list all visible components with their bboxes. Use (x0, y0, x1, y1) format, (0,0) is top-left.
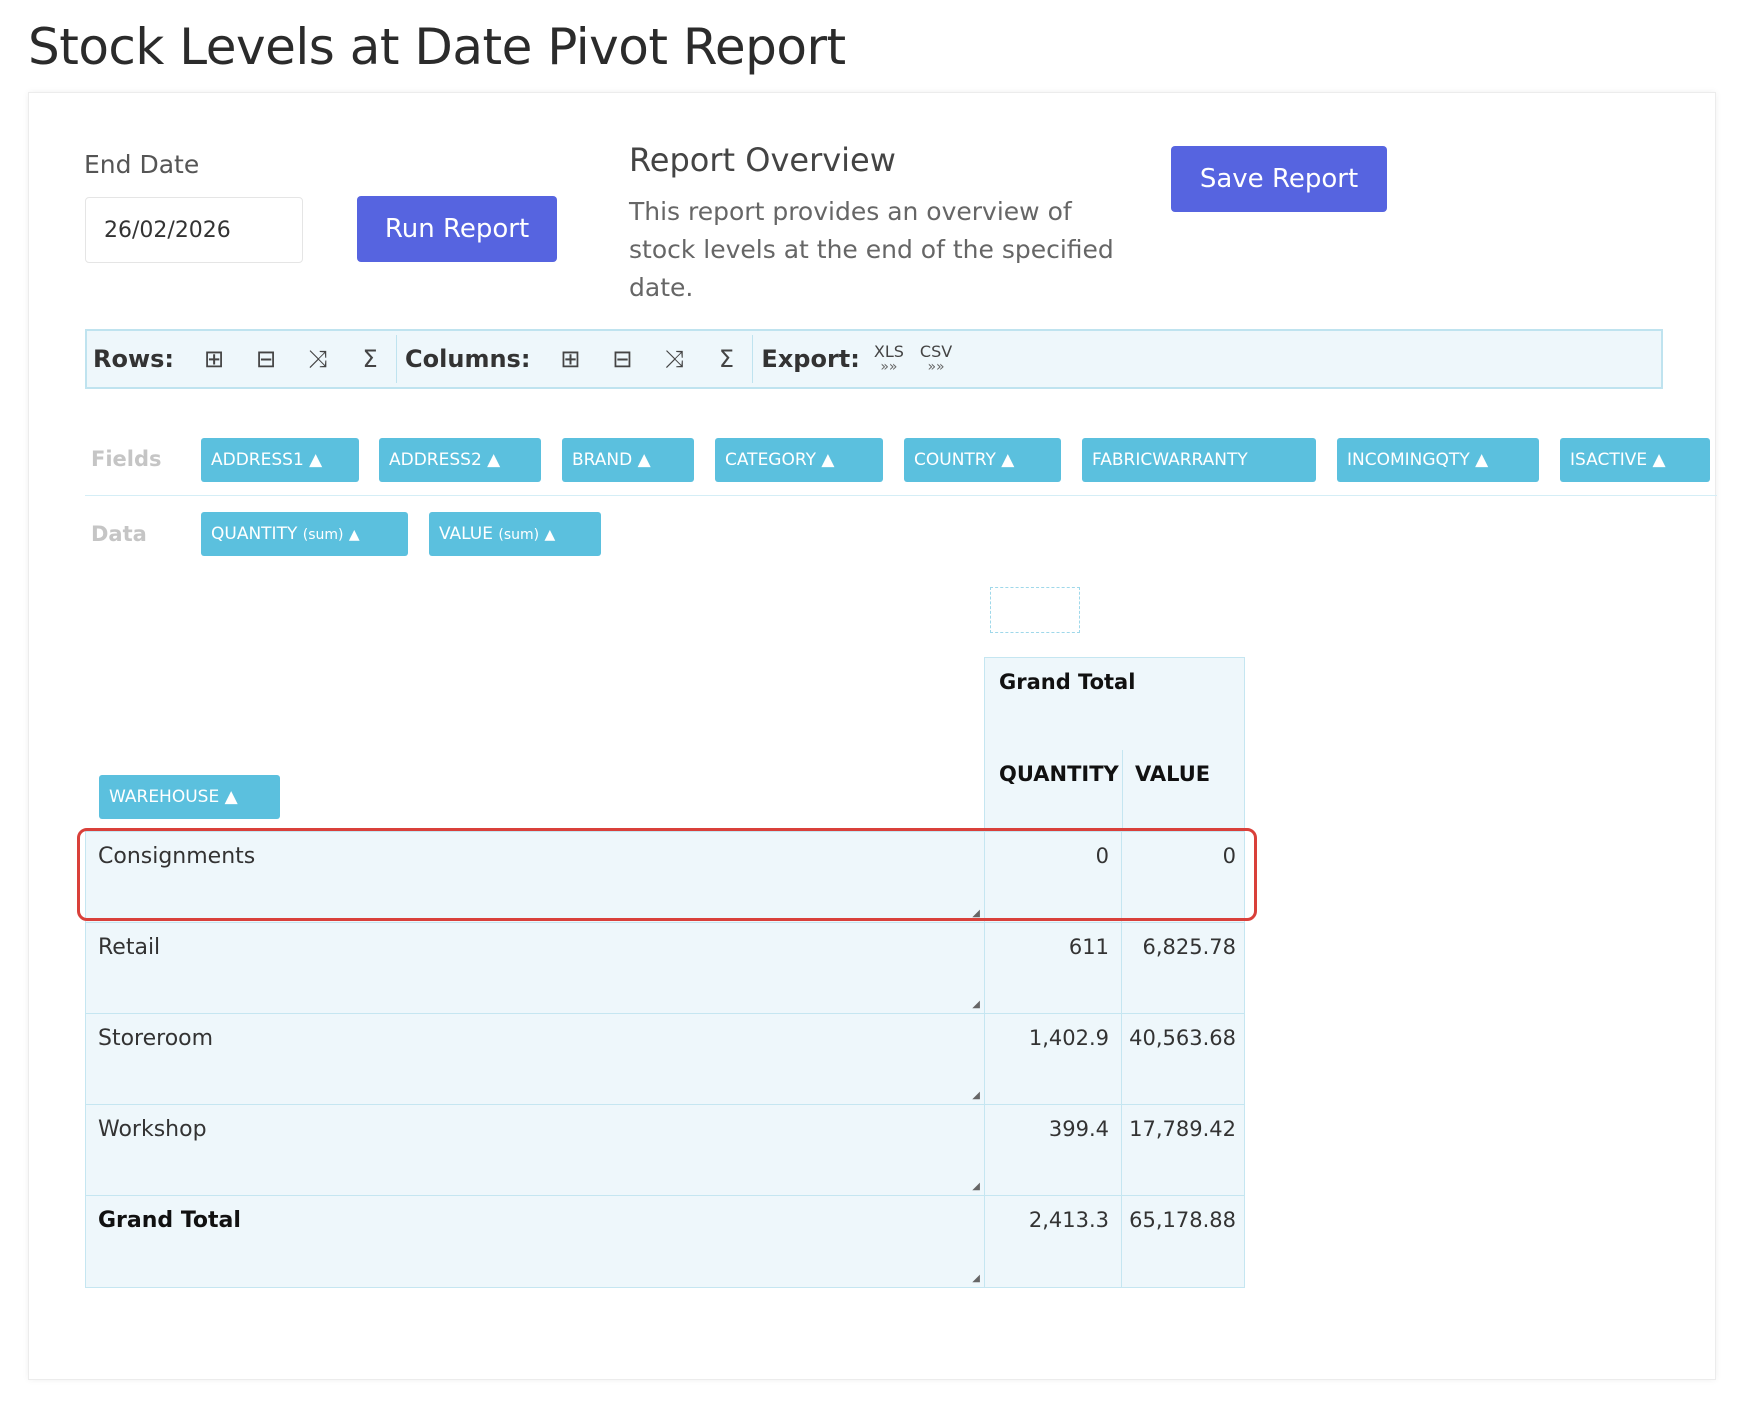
row-header-cell[interactable]: Workshop ◢ (86, 1105, 985, 1195)
row-header-cell[interactable]: Consignments ◢ (86, 832, 985, 922)
rows-toggle-subtotals-icon[interactable]: ⤨ (292, 345, 344, 373)
quantity-cell: 611 (985, 923, 1122, 1013)
report-overview-title: Report Overview (629, 141, 896, 179)
pivot-row-retail: Retail ◢ 611 6,825.78 (86, 923, 1244, 1014)
resize-grip-icon[interactable]: ◢ (972, 908, 980, 919)
rows-label: Rows: (93, 345, 175, 373)
fields-divider (85, 495, 1717, 496)
row-header-cell[interactable]: Retail ◢ (86, 923, 985, 1013)
run-report-button[interactable]: Run Report (357, 196, 557, 262)
row-name: Workshop (98, 1117, 207, 1142)
row-name: Storeroom (98, 1026, 214, 1051)
sort-arrow-icon: ▲ (348, 527, 360, 543)
data-label: Data (91, 522, 147, 546)
field-chip-address2[interactable]: ADDRESS2 ▲ (379, 438, 541, 482)
data-chip-quantity[interactable]: QUANTITY (sum) ▲ (201, 512, 408, 556)
columns-sum-icon[interactable]: Σ (700, 345, 752, 373)
export-csv-button[interactable]: CSV »» (920, 343, 952, 375)
column-drop-target[interactable] (990, 587, 1080, 633)
page-title: Stock Levels at Date Pivot Report (28, 18, 846, 76)
resize-grip-icon[interactable]: ◢ (972, 999, 980, 1010)
fields-label: Fields (91, 447, 162, 471)
row-name: Retail (98, 935, 161, 960)
pivot-row-grand-total: Grand Total ◢ 2,413.3 65,178.88 (86, 1196, 1244, 1287)
rows-sum-icon[interactable]: Σ (344, 345, 396, 373)
pivot-toolbar: Rows: ⊞ ⊟ ⤨ Σ Columns: ⊞ ⊟ ⤨ Σ Export: X… (85, 329, 1663, 389)
grand-total-column-header: Grand Total (999, 670, 1136, 694)
rows-expand-all-icon[interactable]: ⊞ (188, 345, 240, 373)
save-report-button[interactable]: Save Report (1171, 146, 1387, 212)
rows-collapse-all-icon[interactable]: ⊟ (240, 345, 292, 373)
quantity-cell: 2,413.3 (985, 1196, 1122, 1287)
columns-expand-all-icon[interactable]: ⊞ (544, 345, 596, 373)
export-label: Export: (761, 345, 860, 373)
field-chip-address1[interactable]: ADDRESS1 ▲ (201, 438, 359, 482)
value-cell: 40,563.68 (1129, 1026, 1236, 1050)
export-csv-arrow-icon: »» (927, 358, 945, 375)
field-chip-isactive[interactable]: ISACTIVE ▲ (1560, 438, 1710, 482)
quantity-cell: 399.4 (985, 1105, 1122, 1195)
value-cell: 65,178.88 (1129, 1208, 1236, 1232)
field-chip-fabricwarranty[interactable]: FABRICWARRANTY (1082, 438, 1316, 482)
row-name: Consignments (98, 844, 256, 869)
columns-label: Columns: (405, 345, 531, 373)
pivot-row-workshop: Workshop ◢ 399.4 17,789.42 (86, 1105, 1244, 1196)
quantity-cell: 0 (985, 832, 1122, 922)
pivot-body: Consignments ◢ 0 0 Retail ◢ 611 6,825.78… (85, 831, 1245, 1288)
toolbar-divider (752, 335, 754, 383)
report-overview-text: This report provides an overview of stoc… (629, 197, 1114, 302)
toolbar-divider (396, 335, 398, 383)
pivot-table: Grand Total QUANTITY VALUE Consignments … (85, 657, 1245, 1299)
row-header-cell[interactable]: Storeroom ◢ (86, 1014, 985, 1104)
resize-grip-icon[interactable]: ◢ (972, 1273, 980, 1284)
value-cell: 6,825.78 (1142, 935, 1236, 959)
export-xls-button[interactable]: XLS »» (874, 343, 904, 375)
row-name: Grand Total (98, 1208, 241, 1233)
columns-collapse-all-icon[interactable]: ⊟ (596, 345, 648, 373)
export-xls-arrow-icon: »» (880, 358, 898, 375)
data-chip-quantity-agg: (sum) (302, 527, 344, 543)
data-chip-value-agg: (sum) (498, 527, 540, 543)
field-chip-country[interactable]: COUNTRY ▲ (904, 438, 1061, 482)
end-date-label: End Date (84, 150, 200, 179)
quantity-cell: 1,402.9 (985, 1014, 1122, 1104)
field-chip-brand[interactable]: BRAND ▲ (562, 438, 694, 482)
row-header-cell[interactable]: Grand Total ◢ (86, 1196, 985, 1287)
pivot-column-header: Grand Total QUANTITY VALUE (984, 657, 1245, 832)
resize-grip-icon[interactable]: ◢ (972, 1090, 980, 1101)
field-chip-incomingqty[interactable]: INCOMINGQTY ▲ (1337, 438, 1539, 482)
end-date-input[interactable] (85, 197, 303, 263)
data-chip-value[interactable]: VALUE (sum) ▲ (429, 512, 601, 556)
value-column-header: VALUE (1135, 762, 1211, 786)
value-cell: 0 (1222, 844, 1236, 868)
data-chip-quantity-label: QUANTITY (211, 524, 298, 544)
pivot-row-storeroom: Storeroom ◢ 1,402.9 40,563.68 (86, 1014, 1244, 1105)
pivot-row-consignments: Consignments ◢ 0 0 (86, 832, 1244, 923)
header-divider (1122, 750, 1123, 832)
quantity-column-header: QUANTITY (999, 762, 1119, 786)
resize-grip-icon[interactable]: ◢ (972, 1181, 980, 1192)
sort-arrow-icon: ▲ (544, 527, 556, 543)
data-chip-value-label: VALUE (439, 524, 493, 544)
field-chip-category[interactable]: CATEGORY ▲ (715, 438, 883, 482)
report-card: End Date Run Report Report Overview This… (28, 92, 1717, 1380)
columns-toggle-subtotals-icon[interactable]: ⤨ (648, 345, 700, 373)
value-cell: 17,789.42 (1129, 1117, 1236, 1141)
